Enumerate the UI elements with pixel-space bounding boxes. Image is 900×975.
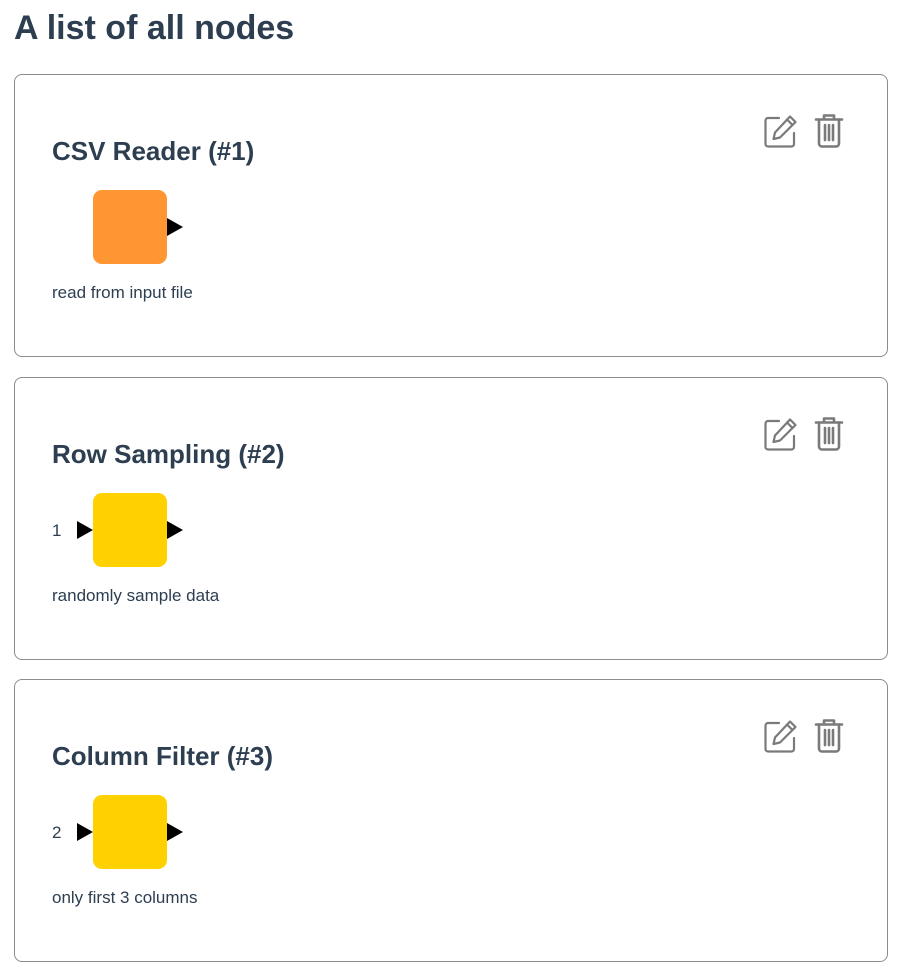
- node-icon: [93, 795, 167, 869]
- edit-button[interactable]: [763, 416, 799, 454]
- node-actions: [763, 718, 847, 756]
- delete-button[interactable]: [811, 718, 847, 756]
- input-port-number: 1: [52, 521, 62, 540]
- output-port: [167, 218, 183, 236]
- node-card: Column Filter (#3) 2 only first 3 column…: [14, 679, 888, 962]
- node-actions: [763, 113, 847, 151]
- node-description: read from input file: [52, 283, 193, 302]
- edit-button[interactable]: [763, 718, 799, 756]
- node-description: only first 3 columns: [52, 888, 198, 907]
- node-graphic: 2: [52, 795, 192, 869]
- trash-icon: [814, 416, 844, 455]
- node-actions: [763, 416, 847, 454]
- node-title: Row Sampling (#2): [52, 439, 285, 469]
- node-icon: [93, 493, 167, 567]
- output-port: [167, 521, 183, 539]
- output-port: [167, 823, 183, 841]
- node-card: Row Sampling (#2) 1 randomly sample data: [14, 377, 888, 660]
- node-title: CSV Reader (#1): [52, 136, 255, 166]
- node-icon: [93, 190, 167, 264]
- trash-icon: [814, 718, 844, 757]
- input-port: [77, 521, 93, 539]
- page-title: A list of all nodes: [14, 9, 295, 47]
- edit-icon: [763, 718, 799, 757]
- edit-button[interactable]: [763, 113, 799, 151]
- input-port-number: 2: [52, 823, 62, 842]
- trash-icon: [814, 113, 844, 152]
- delete-button[interactable]: [811, 113, 847, 151]
- edit-icon: [763, 113, 799, 152]
- node-title: Column Filter (#3): [52, 741, 274, 771]
- node-graphic: 1: [52, 493, 192, 567]
- node-description: randomly sample data: [52, 586, 220, 605]
- node-card: CSV Reader (#1) read from input file: [14, 74, 888, 357]
- edit-icon: [763, 416, 799, 455]
- input-port: [77, 823, 93, 841]
- delete-button[interactable]: [811, 416, 847, 454]
- node-graphic: [52, 190, 192, 264]
